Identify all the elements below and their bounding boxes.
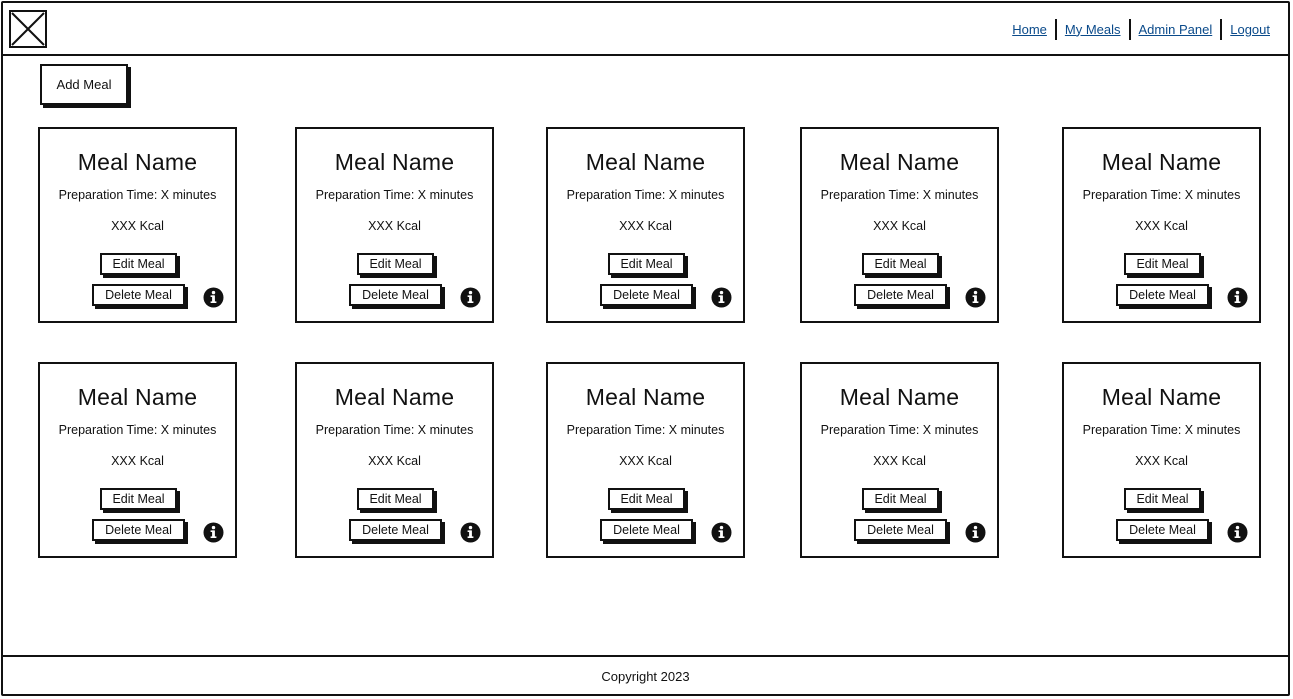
calories: XXX Kcal (111, 454, 164, 468)
meal-card: Meal Name Preparation Time: X minutes XXX … (295, 362, 494, 558)
edit-meal-button[interactable]: Edit Meal (862, 488, 939, 510)
meal-name: Meal Name (334, 384, 455, 410)
preparation-time: Preparation Time: X minutes (1082, 188, 1241, 202)
meal-card: Meal Name Preparation Time: X minutes XXX … (546, 362, 745, 558)
edit-meal-button[interactable]: Edit Meal (608, 253, 685, 275)
edit-meal-button[interactable]: Edit Meal (862, 253, 939, 275)
meal-card: Meal Name Preparation Time: X minutes XXX … (1062, 362, 1261, 558)
add-meal-button[interactable]: Add Meal (40, 64, 128, 105)
info-icon[interactable] (460, 287, 481, 308)
calories: XXX Kcal (368, 454, 421, 468)
meal-name: Meal Name (839, 384, 960, 410)
calories: XXX Kcal (873, 454, 926, 468)
image-placeholder-icon[interactable] (9, 10, 47, 48)
info-icon[interactable] (1227, 522, 1248, 543)
preparation-time: Preparation Time: X minutes (566, 423, 725, 437)
meal-card: Meal Name Preparation Time: X minutes XXX … (800, 127, 999, 323)
header: Home My Meals Admin Panel Logout (1, 1, 1290, 56)
calories: XXX Kcal (111, 219, 164, 233)
delete-meal-button[interactable]: Delete Meal (600, 519, 693, 541)
calories: XXX Kcal (1135, 454, 1188, 468)
info-icon[interactable] (203, 287, 224, 308)
delete-meal-button[interactable]: Delete Meal (349, 519, 442, 541)
preparation-time: Preparation Time: X minutes (315, 423, 474, 437)
edit-meal-button[interactable]: Edit Meal (357, 488, 434, 510)
preparation-time: Preparation Time: X minutes (820, 423, 979, 437)
calories: XXX Kcal (619, 454, 672, 468)
edit-meal-button[interactable]: Edit Meal (608, 488, 685, 510)
preparation-time: Preparation Time: X minutes (566, 188, 725, 202)
edit-meal-button[interactable]: Edit Meal (100, 253, 177, 275)
preparation-time: Preparation Time: X minutes (1082, 423, 1241, 437)
calories: XXX Kcal (368, 219, 421, 233)
meal-card: Meal Name Preparation Time: X minutes XXX … (800, 362, 999, 558)
preparation-time: Preparation Time: X minutes (315, 188, 474, 202)
nav-admin-panel[interactable]: Admin Panel (1131, 22, 1221, 37)
meal-name: Meal Name (334, 149, 455, 175)
footer: Copyright 2023 (1, 655, 1290, 696)
delete-meal-button[interactable]: Delete Meal (854, 519, 947, 541)
meal-card: Meal Name Preparation Time: X minutes XXX … (38, 362, 237, 558)
edit-meal-button[interactable]: Edit Meal (1124, 488, 1201, 510)
meal-card: Meal Name Preparation Time: X minutes XXX … (546, 127, 745, 323)
edit-meal-button[interactable]: Edit Meal (100, 488, 177, 510)
preparation-time: Preparation Time: X minutes (58, 188, 217, 202)
delete-meal-button[interactable]: Delete Meal (1116, 284, 1209, 306)
preparation-time: Preparation Time: X minutes (58, 423, 217, 437)
delete-meal-button[interactable]: Delete Meal (1116, 519, 1209, 541)
browser-frame (1, 1, 1290, 696)
delete-meal-button[interactable]: Delete Meal (349, 284, 442, 306)
calories: XXX Kcal (1135, 219, 1188, 233)
meal-card: Meal Name Preparation Time: X minutes XXX … (38, 127, 237, 323)
edit-meal-button[interactable]: Edit Meal (1124, 253, 1201, 275)
meal-card: Meal Name Preparation Time: X minutes XXX … (1062, 127, 1261, 323)
meal-name: Meal Name (77, 384, 198, 410)
nav-my-meals[interactable]: My Meals (1057, 22, 1129, 37)
delete-meal-button[interactable]: Delete Meal (92, 519, 185, 541)
meal-name: Meal Name (77, 149, 198, 175)
nav-logout[interactable]: Logout (1222, 22, 1278, 37)
edit-meal-button[interactable]: Edit Meal (357, 253, 434, 275)
delete-meal-button[interactable]: Delete Meal (854, 284, 947, 306)
info-icon[interactable] (1227, 287, 1248, 308)
info-icon[interactable] (711, 287, 732, 308)
info-icon[interactable] (203, 522, 224, 543)
calories: XXX Kcal (619, 219, 672, 233)
calories: XXX Kcal (873, 219, 926, 233)
meal-name: Meal Name (839, 149, 960, 175)
info-icon[interactable] (711, 522, 732, 543)
nav-bar: Home My Meals Admin Panel Logout (1004, 18, 1278, 40)
info-icon[interactable] (965, 287, 986, 308)
copyright-text: Copyright 2023 (601, 669, 690, 684)
preparation-time: Preparation Time: X minutes (820, 188, 979, 202)
meal-card: Meal Name Preparation Time: X minutes XXX … (295, 127, 494, 323)
info-icon[interactable] (460, 522, 481, 543)
delete-meal-button[interactable]: Delete Meal (600, 284, 693, 306)
nav-home[interactable]: Home (1004, 22, 1055, 37)
meal-name: Meal Name (1101, 149, 1222, 175)
meal-name: Meal Name (585, 149, 706, 175)
meal-name: Meal Name (1101, 384, 1222, 410)
info-icon[interactable] (965, 522, 986, 543)
delete-meal-button[interactable]: Delete Meal (92, 284, 185, 306)
meal-name: Meal Name (585, 384, 706, 410)
